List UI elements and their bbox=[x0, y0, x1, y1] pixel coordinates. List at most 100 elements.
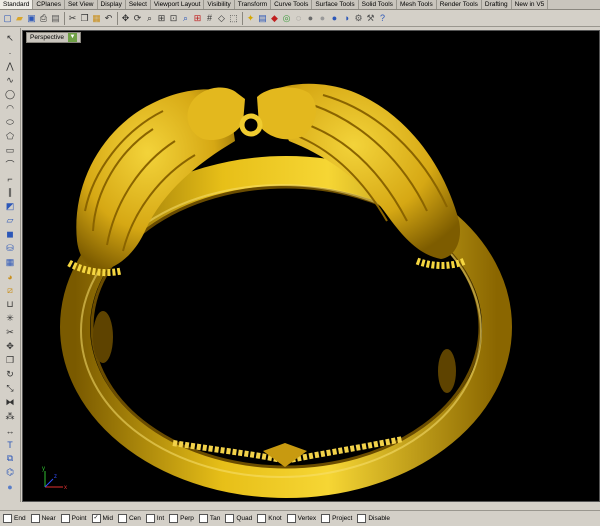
snap-checkbox[interactable] bbox=[30, 514, 40, 523]
rotate-view-icon[interactable]: ⟳ bbox=[132, 12, 143, 25]
snap-checkbox[interactable] bbox=[321, 514, 331, 523]
surface-icon[interactable]: ◩ bbox=[3, 200, 17, 213]
material-icon[interactable]: ◑ bbox=[341, 12, 352, 25]
snap-tan[interactable]: Tan bbox=[198, 514, 220, 523]
dimension-icon[interactable]: ↔ bbox=[3, 424, 17, 437]
snap-checkbox[interactable] bbox=[198, 514, 208, 523]
snap-near[interactable]: Near bbox=[30, 514, 56, 523]
text-icon[interactable]: T bbox=[3, 438, 17, 451]
render-icon[interactable]: ● bbox=[329, 12, 340, 25]
split-icon[interactable]: ⧄ bbox=[3, 284, 17, 297]
zoom-window-icon[interactable]: ⊞ bbox=[156, 12, 167, 25]
tab-curve-tools[interactable]: Curve Tools bbox=[271, 0, 313, 9]
ellipse-icon[interactable]: ⬭ bbox=[3, 116, 17, 129]
shaded-sphere-icon[interactable]: ● bbox=[305, 12, 316, 25]
tab-surface-tools[interactable]: Surface Tools bbox=[312, 0, 359, 9]
scale-icon[interactable]: ⤡ bbox=[3, 382, 17, 395]
properties-icon[interactable]: ◆ bbox=[269, 12, 280, 25]
perspective-viewport[interactable]: Perspective ▼ x y z bbox=[22, 30, 600, 502]
block-icon[interactable]: ⧉ bbox=[3, 452, 17, 465]
cut-icon[interactable]: ✂ bbox=[67, 12, 78, 25]
snap-disable[interactable]: Disable bbox=[357, 514, 390, 523]
layers-icon[interactable]: ▤ bbox=[257, 12, 268, 25]
copy-icon[interactable]: ❐ bbox=[3, 354, 17, 367]
tools-icon[interactable]: ⚙ bbox=[353, 12, 364, 25]
snap-quad[interactable]: Quad bbox=[225, 514, 252, 523]
color-wheel-icon[interactable]: ◎ bbox=[281, 12, 292, 25]
help-icon[interactable]: ? bbox=[377, 12, 388, 25]
polyline-icon[interactable]: ⋀ bbox=[3, 60, 17, 73]
options-icon[interactable]: ⚒ bbox=[365, 12, 376, 25]
tab-viewport-layout[interactable]: Viewport Layout bbox=[151, 0, 205, 9]
move-icon[interactable]: ✥ bbox=[3, 340, 17, 353]
select-arrow-icon[interactable]: ↖ bbox=[3, 32, 17, 45]
snap-checkbox[interactable] bbox=[357, 514, 367, 523]
freeform-icon[interactable]: ⌒ bbox=[3, 158, 17, 171]
save-icon[interactable]: ▣ bbox=[26, 12, 37, 25]
snap-int[interactable]: Int bbox=[145, 514, 164, 523]
analyze-icon[interactable]: ⌬ bbox=[3, 466, 17, 479]
bangle-model[interactable]: x y z bbox=[23, 31, 600, 502]
snap-checkbox[interactable] bbox=[169, 514, 179, 523]
tab-transform[interactable]: Transform bbox=[235, 0, 272, 9]
rotate-icon[interactable]: ↻ bbox=[3, 368, 17, 381]
snap-knot[interactable]: Knot bbox=[257, 514, 282, 523]
cplane-icon[interactable]: ◇ bbox=[216, 12, 227, 25]
tab-mesh-tools[interactable]: Mesh Tools bbox=[397, 0, 437, 9]
snap-point[interactable]: Point bbox=[60, 514, 87, 523]
rectangle-icon[interactable]: ▭ bbox=[3, 144, 17, 157]
snap-checkbox[interactable] bbox=[145, 514, 155, 523]
lights-icon[interactable]: ✦ bbox=[245, 12, 256, 25]
mirror-icon[interactable]: ⧓ bbox=[3, 396, 17, 409]
import-icon[interactable]: ▤ bbox=[50, 12, 61, 25]
join-icon[interactable]: ⊔ bbox=[3, 298, 17, 311]
offset-icon[interactable]: ∥ bbox=[3, 186, 17, 199]
snap-mid[interactable]: ✓ Mid bbox=[91, 514, 113, 523]
tab-select[interactable]: Select bbox=[126, 0, 151, 9]
copy-icon[interactable]: ❐ bbox=[79, 12, 90, 25]
tab-display[interactable]: Display bbox=[98, 0, 126, 9]
four-viewports-icon[interactable]: ⊞ bbox=[192, 12, 203, 25]
grid-icon[interactable]: # bbox=[204, 12, 215, 25]
arc-icon[interactable]: ◠ bbox=[3, 102, 17, 115]
mesh-icon[interactable]: ▦ bbox=[3, 256, 17, 269]
zoom-icon[interactable]: ⌕ bbox=[144, 12, 155, 25]
extrude-icon[interactable]: ▱ bbox=[3, 214, 17, 227]
snap-checkbox[interactable] bbox=[60, 514, 70, 523]
point-icon[interactable]: · bbox=[3, 46, 17, 59]
tab-solid-tools[interactable]: Solid Tools bbox=[359, 0, 397, 9]
cylinder-icon[interactable]: ⛁ bbox=[3, 242, 17, 255]
wireframe-sphere-icon[interactable]: ◌ bbox=[293, 12, 304, 25]
zoom-selected-icon[interactable]: ⌕ bbox=[180, 12, 191, 25]
snap-end[interactable]: End bbox=[3, 514, 26, 523]
snap-checkbox[interactable]: ✓ bbox=[91, 514, 101, 523]
new-file-icon[interactable]: ▢ bbox=[2, 12, 13, 25]
tab-drafting[interactable]: Drafting bbox=[482, 0, 512, 9]
fillet-curve-icon[interactable]: ⌐ bbox=[3, 172, 17, 185]
explode-icon[interactable]: ✳ bbox=[3, 312, 17, 325]
boolean-icon[interactable]: ◕ bbox=[3, 270, 17, 283]
tab-render-tools[interactable]: Render Tools bbox=[437, 0, 482, 9]
snap-checkbox[interactable] bbox=[117, 514, 127, 523]
circle-icon[interactable]: ◯ bbox=[3, 88, 17, 101]
tab-set-view[interactable]: Set View bbox=[65, 0, 98, 9]
open-folder-icon[interactable]: ▰ bbox=[14, 12, 25, 25]
snap-checkbox[interactable] bbox=[225, 514, 235, 523]
tab-new-in-v5[interactable]: New in V5 bbox=[512, 0, 549, 9]
polygon-icon[interactable]: ⬠ bbox=[3, 130, 17, 143]
render-sphere-icon[interactable]: ● bbox=[3, 480, 17, 493]
zoom-extents-icon[interactable]: ⊡ bbox=[168, 12, 179, 25]
snap-checkbox[interactable] bbox=[3, 514, 12, 523]
array-icon[interactable]: ⁂ bbox=[3, 410, 17, 423]
paste-icon[interactable]: ▦ bbox=[91, 12, 102, 25]
print-icon[interactable]: ⎙ bbox=[38, 12, 49, 25]
tab-visibility[interactable]: Visibility bbox=[204, 0, 235, 9]
snap-perp[interactable]: Perp bbox=[169, 514, 194, 523]
snap-vertex[interactable]: Vertex bbox=[286, 514, 316, 523]
curve-icon[interactable]: ∿ bbox=[3, 74, 17, 87]
trim-icon[interactable]: ✂ bbox=[3, 326, 17, 339]
snap-project[interactable]: Project bbox=[321, 514, 352, 523]
tab-cplanes[interactable]: CPlanes bbox=[33, 0, 65, 9]
tab-standard[interactable]: Standard bbox=[0, 0, 34, 9]
snap-cen[interactable]: Cen bbox=[117, 514, 141, 523]
